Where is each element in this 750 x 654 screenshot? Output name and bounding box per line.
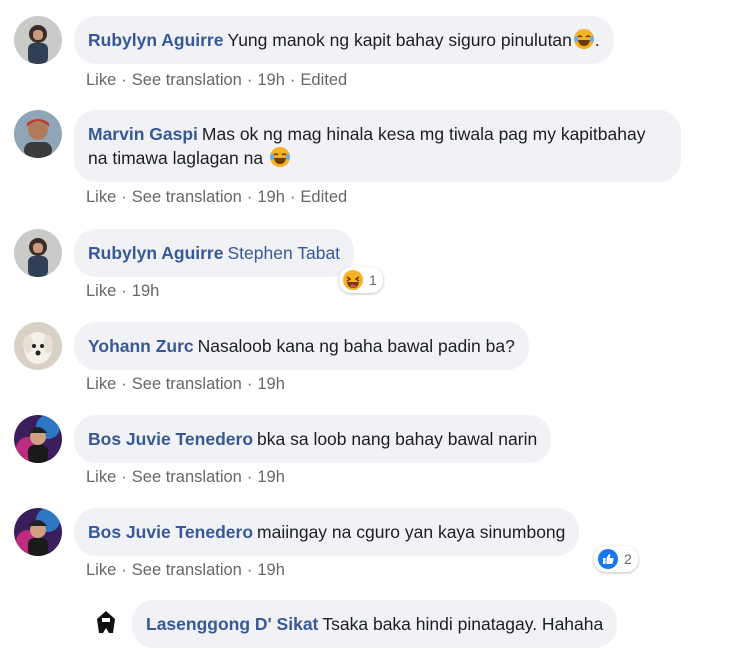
see-translation-link[interactable]: See translation	[132, 375, 242, 393]
laughing-tears-emoji-icon	[270, 147, 290, 167]
timestamp[interactable]: 19h	[257, 188, 285, 206]
reaction-count: 2	[624, 551, 632, 567]
mention-link[interactable]: Stephen Tabat	[227, 243, 340, 263]
avatar[interactable]	[14, 415, 62, 463]
separator: ·	[121, 375, 127, 393]
comment-actions: Like · See translation · 19h · Edited	[86, 71, 347, 90]
comment-bubble: Yohann Zurc Nasaloob kana ng baha bawal p…	[74, 322, 529, 370]
reaction-count: 1	[369, 272, 377, 288]
avatar[interactable]	[14, 508, 62, 556]
comment-actions: Like · See translation · 19h	[86, 468, 285, 487]
comment-text: Yung manok ng kapit bahay siguro pinulut…	[227, 30, 572, 50]
edited-link[interactable]: Edited	[300, 188, 347, 206]
separator: ·	[246, 468, 253, 486]
edited-link[interactable]: Edited	[300, 71, 347, 89]
separator: ·	[246, 188, 253, 206]
comment-bubble: Lasenggong D' Sikat Tsaka baka hindi pina…	[132, 600, 618, 648]
like-reaction-icon	[598, 549, 618, 569]
comment-text-suffix: .	[594, 30, 600, 50]
see-translation-link[interactable]: See translation	[132, 188, 242, 206]
like-link[interactable]: Like	[86, 188, 116, 206]
separator: ·	[289, 188, 296, 206]
timestamp[interactable]: 19h	[257, 468, 285, 486]
see-translation-link[interactable]: See translation	[132, 561, 242, 579]
comment-bubble: Rubylyn Aguirre Stephen Tabat	[74, 229, 355, 277]
comment-text: bka sa loob nang bahay bawal narin	[257, 429, 538, 449]
comment-author[interactable]: Yohann Zurc	[88, 336, 194, 356]
comment-bubble: Bos Juvie Tenedero bka sa loob nang bahay…	[74, 415, 552, 463]
separator: ·	[246, 561, 253, 579]
comment-author[interactable]: Rubylyn Aguirre	[88, 30, 223, 50]
comment-author[interactable]: Bos Juvie Tenedero	[88, 429, 253, 449]
laughing-tears-emoji-icon	[573, 29, 594, 49]
separator: ·	[121, 71, 127, 89]
like-link[interactable]: Like	[86, 375, 116, 393]
timestamp[interactable]: 19h	[257, 561, 285, 579]
comment-bubble: Rubylyn Aguirre Yung manok ng kapit bahay…	[74, 16, 614, 64]
timestamp[interactable]: 19h	[257, 71, 285, 89]
like-link[interactable]: Like	[86, 561, 116, 579]
comment-actions: Like · 19h	[86, 282, 159, 301]
separator: ·	[246, 71, 253, 89]
comment-actions: Like · See translation · 19h	[86, 375, 285, 394]
separator: ·	[121, 282, 127, 300]
see-translation-link[interactable]: See translation	[132, 468, 242, 486]
see-translation-link[interactable]: See translation	[132, 71, 242, 89]
avatar[interactable]	[14, 322, 62, 370]
avatar[interactable]	[14, 16, 62, 64]
comment-text: Nasaloob kana ng baha bawal padin ba?	[197, 336, 515, 356]
comment-author[interactable]: Marvin Gaspi	[88, 124, 198, 144]
comment-text: maiingay na cguro yan kaya sinumbong	[257, 522, 566, 542]
reaction-summary[interactable]: 1	[339, 267, 383, 293]
avatar[interactable]	[14, 110, 62, 158]
comment-bubble: Bos Juvie Tenedero maiingay na cguro yan …	[74, 508, 580, 556]
comment-author[interactable]: Lasenggong D' Sikat	[146, 614, 318, 634]
timestamp[interactable]: 19h	[132, 282, 160, 300]
haha-reaction-icon	[343, 270, 363, 290]
like-link[interactable]: Like	[86, 71, 116, 89]
separator: ·	[289, 71, 296, 89]
comment-actions: Like · See translation · 19h	[86, 561, 285, 580]
avatar[interactable]	[90, 608, 122, 640]
comment-bubble: Marvin Gaspi Mas ok ng mag hinala kesa mg…	[74, 110, 681, 182]
separator: ·	[121, 468, 127, 486]
like-link[interactable]: Like	[86, 282, 116, 300]
separator: ·	[246, 375, 253, 393]
comment-author[interactable]: Rubylyn Aguirre	[88, 243, 223, 263]
comment-actions: Like · See translation · 19h · Edited	[86, 188, 347, 207]
separator: ·	[121, 188, 127, 206]
avatar[interactable]	[14, 229, 62, 277]
reaction-summary[interactable]: 2	[594, 546, 638, 572]
comment-author[interactable]: Bos Juvie Tenedero	[88, 522, 253, 542]
separator: ·	[121, 561, 127, 579]
timestamp[interactable]: 19h	[257, 375, 285, 393]
comment-text: Tsaka baka hindi pinatagay. Hahaha	[322, 614, 604, 634]
like-link[interactable]: Like	[86, 468, 116, 486]
